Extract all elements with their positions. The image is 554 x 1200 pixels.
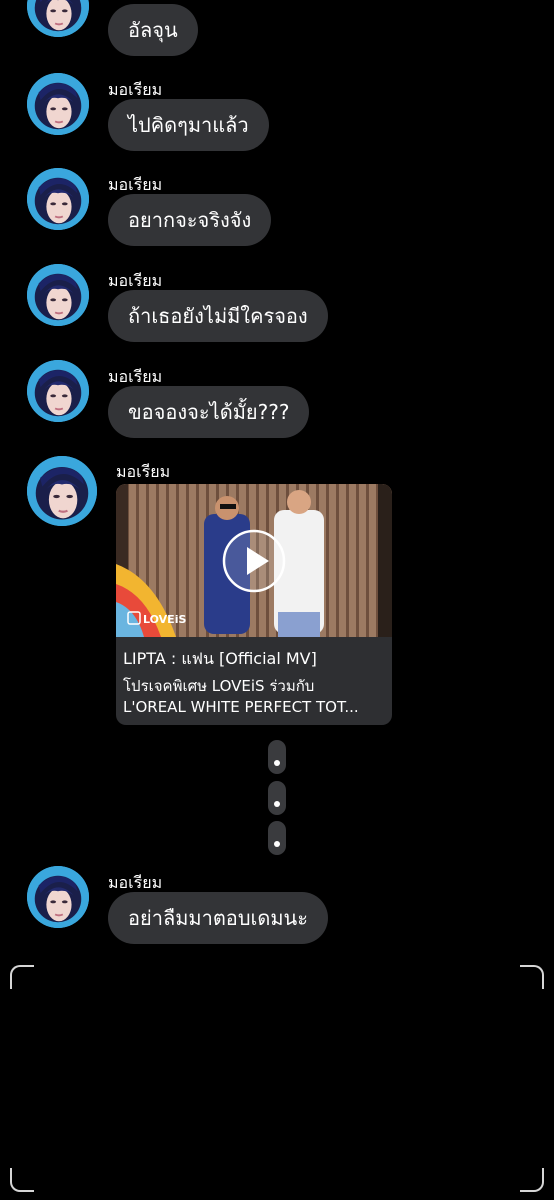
avatar[interactable] [27,456,97,526]
thumbnail-logo: LOVEiS [143,613,186,626]
avatar-image [27,866,89,928]
video-thumbnail[interactable]: LOVEiS [116,484,392,637]
dot-bubble[interactable] [268,821,286,855]
avatar-image [27,264,89,326]
link-title: LIPTA : แฟน [Official MV] [123,649,317,668]
avatar[interactable] [27,0,89,37]
link-preview-card[interactable]: LOVEiS LIPTA : แฟน [Official MV] โปรเจคพ… [116,484,392,725]
link-description-line: L'OREAL WHITE PERFECT TOT... [123,698,359,716]
sender-name: มอเรียม [116,462,171,481]
message-bubble[interactable]: อย่าลืมมาตอบเดมนะ [108,892,328,944]
avatar[interactable] [27,73,89,135]
avatar[interactable] [27,866,89,928]
avatar[interactable] [27,264,89,326]
message-bubble[interactable]: อัลจุน [108,4,198,56]
message-bubble[interactable]: ขอจองจะได้มั้ย??? [108,386,310,438]
avatar-image [27,168,89,230]
avatar[interactable] [27,360,89,422]
avatar-image [27,0,89,37]
dot-bubble[interactable] [268,781,286,815]
message-bubble[interactable]: อยากจะจริงจัง [108,194,272,246]
avatar[interactable] [27,168,89,230]
crop-corner [520,1168,544,1192]
avatar-image [27,456,97,526]
link-description: โปรเจคพิเศษ LOVEiS ร่วมกับ L'OREAL WHITE… [123,676,389,718]
crop-corner [10,965,34,989]
crop-corner [10,1168,34,1192]
avatar-image [27,360,89,422]
dot-bubble[interactable] [268,740,286,774]
avatar-image [27,73,89,135]
message-bubble[interactable]: ถ้าเธอยังไม่มีใครจอง [108,290,328,342]
message-bubble[interactable]: ไปคิดๆมาแล้ว [108,99,269,151]
crop-corner [520,965,544,989]
link-description-line: โปรเจคพิเศษ LOVEiS ร่วมกับ [123,677,315,695]
